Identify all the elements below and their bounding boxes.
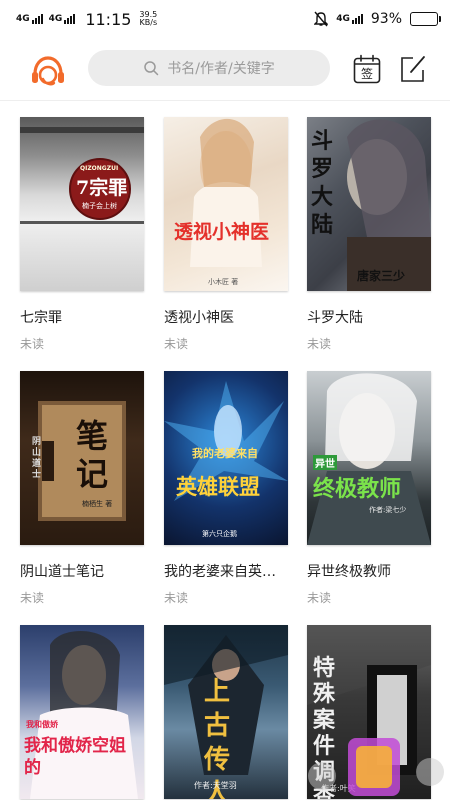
book-item[interactable]: 7宗罪 QIZONGZUI 楠子会上树 七宗罪 未读 <box>20 117 144 352</box>
book-title: 斗罗大陆 <box>307 310 363 326</box>
book-item[interactable]: 异世 终极教师 作者:梁七少 异世终极教师 未读 <box>307 371 431 606</box>
edit-button[interactable] <box>399 54 427 84</box>
book-cover[interactable]: 7宗罪 QIZONGZUI 楠子会上树 <box>20 117 144 291</box>
book-title: 异世终极教师 <box>307 564 391 580</box>
cover-subtitle-text: 阴山道士 <box>32 437 42 480</box>
cover-author-text: 楠栖生 著 <box>82 500 113 508</box>
bookshelf-grid: 7宗罪 QIZONGZUI 楠子会上树 七宗罪 未读 透视小神医 小木匠 著 透… <box>0 101 450 800</box>
top-bar: 书名/作者/关键字 签 <box>0 44 450 98</box>
book-status: 未读 <box>164 337 189 351</box>
network-type-label-2: 4G <box>48 14 63 24</box>
book-cover[interactable]: 我的老婆来自 英雄联盟 第六只企鹅 <box>164 371 288 545</box>
book-item[interactable]: 透视小神医 小木匠 著 透视小神医 未读 <box>164 117 288 352</box>
cover-title-text: 7宗罪 <box>76 177 128 199</box>
mute-icon <box>314 11 329 27</box>
book-title: 透视小神医 <box>164 310 234 326</box>
cellular-signal-icon-2: 4G <box>49 14 76 24</box>
cover-title-text: 我和傲娇空姐的 <box>24 736 126 778</box>
cover-author-text: 作者:天堂羽 <box>194 781 237 790</box>
cover-title-text: 透视小神医 <box>174 221 270 243</box>
cover-title-text: 英雄联盟 <box>176 474 260 499</box>
network-type-label-3: 4G <box>336 14 350 24</box>
cover-subtitle-text: 我的老婆来自 <box>192 447 258 460</box>
calendar-checkin-icon: 签 <box>353 54 381 84</box>
book-status: 未读 <box>307 591 332 605</box>
network-speed: 39.5 KB/s <box>139 11 157 27</box>
book-status: 未读 <box>164 591 189 605</box>
cover-title-text: 笔记 <box>76 417 109 493</box>
cover-title-text: 斗罗大陆 <box>311 128 334 238</box>
cellular-signal-icon: 4G <box>16 14 43 24</box>
book-cover[interactable]: 笔记 阴山道士 楠栖生 著 <box>20 371 144 545</box>
book-item[interactable]: 笔记 阴山道士 楠栖生 著 阴山道士笔记 未读 <box>20 371 144 606</box>
cover-subtitle-text: 我和傲娇 <box>26 719 58 729</box>
headphone-logo-icon[interactable] <box>28 52 68 92</box>
book-cover[interactable]: 异世 终极教师 作者:梁七少 <box>307 371 431 545</box>
book-item[interactable]: 斗罗大陆 唐家三少 斗罗大陆 未读 <box>307 117 431 352</box>
book-cover[interactable]: 透视小神医 小木匠 著 <box>164 117 288 291</box>
book-title: 七宗罪 <box>20 310 62 326</box>
book-title: 我的老婆来自英… <box>164 564 276 580</box>
checkin-button[interactable]: 签 <box>353 54 381 84</box>
search-placeholder: 书名/作者/关键字 <box>167 61 275 77</box>
book-item[interactable]: 上古传人 作者:天堂羽 <box>164 625 288 800</box>
cover-subtitle-text: 异世 <box>313 455 337 470</box>
network-speed-unit: KB/s <box>139 18 158 27</box>
checkin-label: 签 <box>361 66 373 81</box>
book-title: 阴山道士笔记 <box>20 564 104 580</box>
status-time: 11:15 <box>85 9 132 29</box>
search-input[interactable]: 书名/作者/关键字 <box>88 50 330 86</box>
book-status: 未读 <box>20 337 45 351</box>
network-type-label: 4G <box>16 14 30 24</box>
cover-subtitle-text: QIZONGZUI <box>80 165 119 172</box>
book-status: 未读 <box>307 337 332 351</box>
battery-percentage: 93% <box>370 11 402 27</box>
cover-author-text: 小木匠 著 <box>208 278 239 286</box>
cover-title-text: 终极教师 <box>313 476 402 502</box>
book-status: 未读 <box>20 591 45 605</box>
book-cover[interactable]: 我和傲娇 我和傲娇空姐的 <box>20 625 144 799</box>
book-item[interactable]: 我和傲娇 我和傲娇空姐的 <box>20 625 144 800</box>
cover-author-text: 唐家三少 <box>357 269 406 283</box>
book-cover[interactable]: 斗罗大陆 唐家三少 <box>307 117 431 291</box>
cover-art <box>190 118 262 267</box>
edit-icon <box>401 56 425 82</box>
cover-author-text: 楠子会上树 <box>82 202 117 210</box>
book-item[interactable]: 我的老婆来自 英雄联盟 第六只企鹅 我的老婆来自英… 未读 <box>164 371 288 606</box>
cover-author-text: 作者:梁七少 <box>369 506 407 514</box>
watermark-logo <box>308 738 444 796</box>
cellular-signal-icon-3: 4G <box>336 14 363 24</box>
book-cover[interactable]: 上古传人 作者:天堂羽 <box>164 625 288 799</box>
cover-author-text: 第六只企鹅 <box>202 530 237 538</box>
search-icon <box>144 61 159 76</box>
battery-icon <box>410 12 441 26</box>
status-bar: 4G 4G 11:15 39.5 KB/s 4G 93% <box>0 0 450 38</box>
